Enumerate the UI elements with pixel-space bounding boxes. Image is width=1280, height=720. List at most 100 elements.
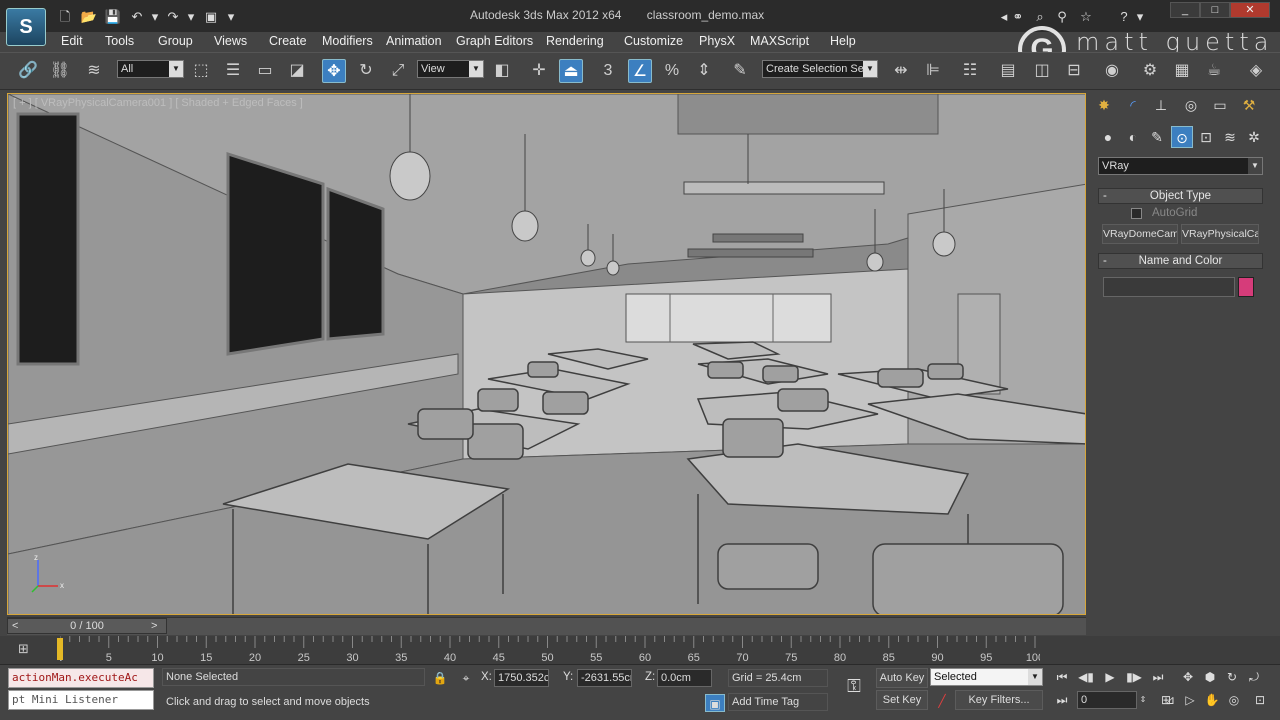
orbit-icon[interactable]: ◎ [1224, 691, 1244, 709]
time-slider-prev-arrow[interactable]: < [12, 619, 18, 633]
time-tag-icon[interactable]: ▣ [705, 694, 725, 712]
rectangular-selection-icon[interactable]: ▭ [253, 59, 277, 83]
window-crossing-icon[interactable]: ◪ [285, 59, 309, 83]
select-object-icon[interactable]: ⬚ [189, 59, 213, 83]
menu-edit[interactable]: Edit [61, 34, 83, 48]
set-key-button[interactable]: Set Key [876, 690, 928, 710]
go-to-end-icon[interactable]: ⏭ [1148, 668, 1168, 686]
motion-tab-icon[interactable]: ◎ [1180, 94, 1202, 116]
search-icon[interactable]: ⌕ [1031, 9, 1049, 25]
hierarchy-tab-icon[interactable]: ⊥ [1150, 94, 1172, 116]
systems-icon[interactable]: ✲ [1243, 126, 1265, 148]
camera-category-dropdown[interactable]: VRay ▼ [1098, 157, 1263, 175]
pan-hand-icon[interactable]: ✋ [1202, 691, 1222, 709]
name-and-color-rollout[interactable]: - Name and Color [1098, 253, 1263, 269]
modify-tab-icon[interactable]: ◜ [1122, 94, 1144, 116]
select-and-move-icon[interactable]: ✥ [322, 59, 346, 83]
selection-filter-dropdown[interactable]: All ▼ [117, 60, 184, 78]
close-button[interactable]: ✕ [1230, 2, 1270, 18]
bind-space-warp-icon[interactable]: ≋ [82, 59, 106, 83]
current-frame-marker[interactable] [57, 638, 63, 660]
open-file-icon[interactable]: 📂 [80, 9, 98, 25]
field-of-view-icon[interactable]: ⊿ [1160, 691, 1180, 709]
schematic-view-icon[interactable]: ⊟ [1062, 59, 1086, 83]
subscription-icon[interactable]: ⚲ [1053, 9, 1071, 25]
z-coordinate-input[interactable]: 0.0cm [657, 669, 712, 687]
roll-camera-icon[interactable]: ⤾ [1244, 668, 1264, 686]
menu-graph-editors[interactable]: Graph Editors [456, 34, 533, 48]
autogrid-checkbox[interactable] [1131, 208, 1142, 219]
track-bar[interactable]: ⊞ 05101520253035404550556065707580859095… [0, 636, 1280, 664]
save-file-icon[interactable]: 💾 [104, 9, 122, 25]
menu-rendering[interactable]: Rendering [546, 34, 604, 48]
align-icon[interactable]: ⊫ [921, 59, 945, 83]
time-slider-thumb[interactable]: < 0 / 100 > [7, 618, 167, 634]
keyboard-shortcut-override-icon[interactable]: ⏏ [559, 59, 583, 83]
menu-customize[interactable]: Customize [624, 34, 683, 48]
time-slider[interactable]: < 0 / 100 > [7, 617, 1086, 635]
menu-modifiers[interactable]: Modifiers [322, 34, 373, 48]
new-file-icon[interactable]: 🗋 [56, 9, 74, 25]
utilities-tab-icon[interactable]: ⚒ [1238, 94, 1260, 116]
object-color-swatch[interactable] [1238, 277, 1254, 297]
percent-snap-icon[interactable]: % [660, 59, 684, 83]
menu-physx[interactable]: PhysX [699, 34, 735, 48]
maxscript-listener-output[interactable]: actionMan.executeAc [8, 668, 154, 688]
lights-icon[interactable]: ✎ [1146, 126, 1168, 148]
select-and-rotate-icon[interactable]: ↻ [354, 59, 378, 83]
rendered-frame-window-icon[interactable]: ▦ [1170, 59, 1194, 83]
menu-animation[interactable]: Animation [386, 34, 442, 48]
select-and-manipulate-icon[interactable]: ✛ [527, 59, 551, 83]
reference-coordinate-dropdown[interactable]: View ▼ [417, 60, 484, 78]
menu-views[interactable]: Views [214, 34, 247, 48]
auto-key-button[interactable]: Auto Key [876, 668, 928, 688]
time-slider-next-arrow[interactable]: > [151, 619, 157, 633]
menu-maxscript[interactable]: MAXScript [750, 34, 809, 48]
space-warps-icon[interactable]: ≋ [1219, 126, 1241, 148]
object-type-rollout[interactable]: - Object Type [1098, 188, 1263, 204]
edit-named-selection-icon[interactable]: ✎ [728, 59, 752, 83]
vray-dome-camera-button[interactable]: VRayDomeCamera [1102, 224, 1178, 244]
mirror-icon[interactable]: ⇹ [889, 59, 913, 83]
mini-curve-editor-icon[interactable]: ⊞ [18, 641, 36, 657]
graphite-ribbon-icon[interactable]: ▤ [996, 59, 1020, 83]
undo-icon[interactable]: ↶ [128, 9, 146, 25]
create-tab-icon[interactable]: ✸ [1093, 94, 1115, 116]
y-coordinate-input[interactable]: -2631.55cn [577, 669, 632, 687]
shapes-icon[interactable]: ◐ [1122, 126, 1144, 148]
orbit-camera-icon[interactable]: ↻ [1222, 668, 1242, 686]
next-frame-icon[interactable]: ▮▶ [1124, 668, 1144, 686]
select-by-name-icon[interactable]: ☰ [221, 59, 245, 83]
link-icon[interactable]: 🔗 [16, 59, 40, 83]
camera-viewport[interactable]: [ + ] [ VRayPhysicalCamera001 ] [ Shaded… [7, 93, 1086, 615]
current-frame-input[interactable]: 0 [1077, 691, 1137, 709]
select-and-scale-icon[interactable]: ⤢ [386, 59, 410, 83]
unlink-icon[interactable]: ⛓ [48, 59, 72, 83]
go-to-start-icon[interactable]: ⏮ [1052, 668, 1072, 686]
maximize-viewport-icon[interactable]: ⊡ [1250, 691, 1270, 709]
maximize-button[interactable]: □ [1200, 2, 1230, 18]
selection-lock-icon[interactable]: 🔒 [430, 669, 450, 687]
layer-manager-icon[interactable]: ☷ [958, 59, 982, 83]
play-icon[interactable]: ▶ [1100, 668, 1120, 686]
previous-frame-icon[interactable]: ◀▮ [1076, 668, 1096, 686]
key-mode-dropdown[interactable]: Selected ▼ [930, 668, 1043, 686]
viewport-label[interactable]: [ + ] [ VRayPhysicalCamera001 ] [ Shaded… [13, 97, 303, 109]
pivot-center-icon[interactable]: ◧ [490, 59, 514, 83]
cameras-icon[interactable]: ⊙ [1171, 126, 1193, 148]
set-key-icon[interactable]: ⚿ [840, 677, 868, 695]
redo-icon[interactable]: ↷ [164, 9, 182, 25]
material-editor-icon[interactable]: ◉ [1100, 59, 1124, 83]
geometry-icon[interactable]: ● [1097, 126, 1119, 148]
app-logo-button[interactable]: S [6, 8, 46, 46]
binoculars-icon[interactable]: ⚭ [1009, 9, 1027, 25]
key-filter-pen-icon[interactable]: ╱ [932, 692, 952, 710]
absolute-mode-transform-icon[interactable]: ⌖ [456, 669, 476, 687]
menu-create[interactable]: Create [269, 34, 307, 48]
render-iterative-icon[interactable]: ◈ [1244, 59, 1268, 83]
angle-snap-icon[interactable]: ∠ [628, 59, 652, 83]
menu-help[interactable]: Help [830, 34, 856, 48]
render-production-icon[interactable]: ☕ [1202, 59, 1226, 83]
menu-group[interactable]: Group [158, 34, 193, 48]
frame-spinner-icon[interactable]: ⇕ [1137, 691, 1149, 709]
